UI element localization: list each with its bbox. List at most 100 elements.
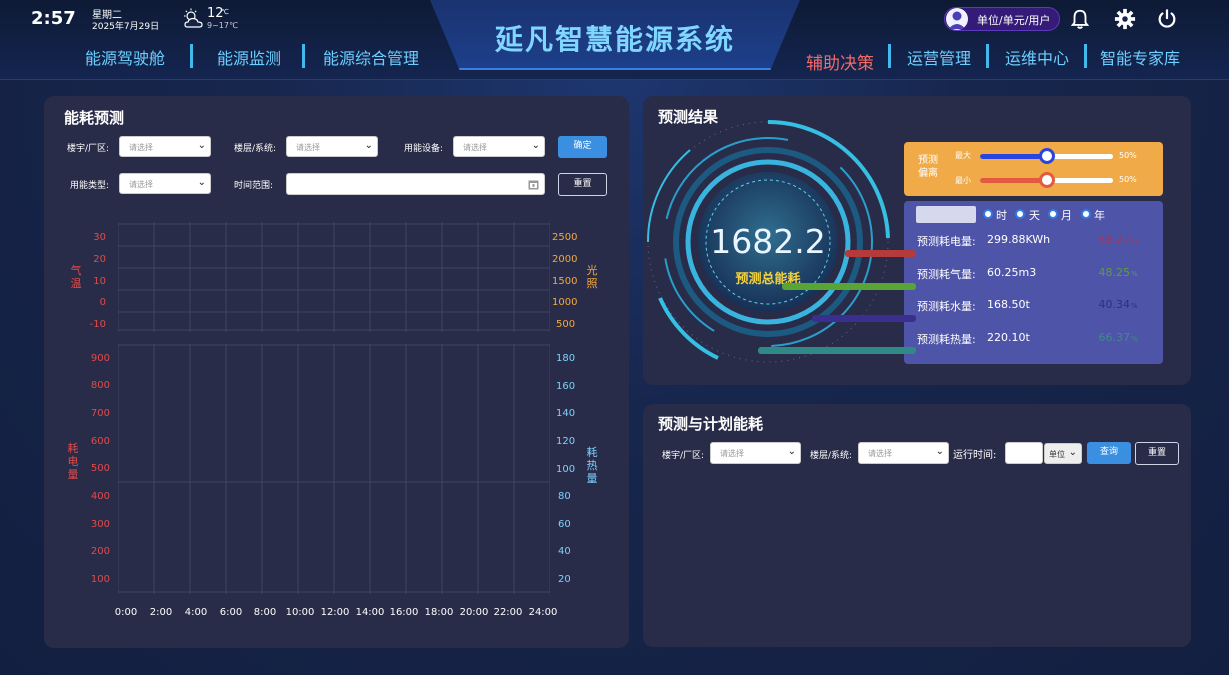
heat-tick: 160 [556, 381, 576, 392]
min-label: 最小 [955, 176, 971, 185]
temp-tick: -10 [89, 319, 106, 330]
nav-decision-support[interactable]: 辅助决策 [806, 49, 874, 74]
max-slider-fill [980, 154, 1047, 159]
plan-building-select[interactable]: 请选择 ⌄ [710, 442, 801, 464]
temp-tick: 20 [93, 254, 106, 265]
pred-gas-percent: 48.25 [1098, 266, 1131, 279]
nav-energy-cockpit[interactable]: 能源驾驶舱 [85, 45, 165, 69]
confirm-button[interactable]: 确定 [558, 136, 607, 158]
plan-unit-select[interactable]: 单位 ⌄ [1044, 443, 1082, 464]
query-button[interactable]: 查询 [1087, 442, 1131, 464]
plan-floor-label: 楼层/系统: [810, 451, 853, 461]
percent-unit: % [1131, 270, 1138, 278]
period-radio-day[interactable] [1015, 209, 1025, 219]
x-tick: 6:00 [219, 607, 243, 618]
plan-building-label: 楼宇/厂区: [662, 451, 705, 461]
consumption-chart-grid [118, 344, 550, 594]
x-tick: 0:00 [114, 607, 138, 618]
period-input[interactable] [916, 206, 976, 223]
max-slider-handle[interactable] [1038, 148, 1055, 164]
x-tick: 10:00 [285, 607, 315, 618]
period-hour-label[interactable]: 时 [996, 207, 1007, 223]
heat-tick: 40 [558, 546, 571, 557]
plan-reset-button[interactable]: 重置 [1135, 442, 1179, 465]
select-placeholder: 请选择 [720, 449, 744, 458]
temp-tick: 0 [99, 297, 106, 308]
floor-select[interactable]: 请选择 ⌄ [286, 136, 378, 157]
period-month-label[interactable]: 月 [1061, 207, 1072, 223]
gear-icon[interactable] [1114, 8, 1136, 30]
x-tick: 14:00 [355, 607, 385, 618]
min-slider-handle[interactable] [1038, 172, 1055, 188]
temp-tick: 10 [93, 276, 106, 287]
bell-icon[interactable] [1069, 8, 1091, 30]
chevron-down-icon: ⌄ [787, 446, 796, 457]
heat-axis-label: 耗热量 [586, 446, 598, 485]
power-tick: 200 [90, 546, 110, 557]
light-tick: 500 [556, 319, 576, 330]
pred-water-percent: 40.34 [1098, 298, 1131, 311]
period-radio-hour[interactable] [983, 209, 993, 219]
light-tick: 1000 [552, 297, 578, 308]
plan-runtime-label: 运行时间: [953, 450, 997, 461]
x-tick: 20:00 [459, 607, 489, 618]
pred-electric-value: 299.88KWh [987, 233, 1051, 246]
pred-gas-value: 60.25m3 [987, 266, 1037, 279]
heat-tick: 140 [556, 408, 576, 419]
light-tick: 1500 [552, 276, 578, 287]
plan-floor-select[interactable]: 请选择 ⌄ [858, 442, 949, 464]
period-radio-month[interactable] [1048, 209, 1058, 219]
device-select[interactable]: 请选择 ⌄ [453, 136, 545, 157]
pred-gas-label: 预测耗气量: [917, 268, 976, 281]
total-value: 1682.2 [710, 222, 826, 261]
period-radio-year[interactable] [1081, 209, 1091, 219]
pred-electric-percent: 58.27 [1098, 233, 1131, 246]
building-label: 楼宇/厂区: [67, 144, 110, 154]
user-label[interactable]: 单位/单元/用户 [977, 12, 1050, 28]
power-tick: 800 [90, 380, 110, 391]
user-avatar-icon[interactable] [946, 8, 968, 30]
time-range-input[interactable] [286, 173, 545, 195]
plan-runtime-input[interactable] [1005, 442, 1043, 464]
heat-tick: 120 [556, 436, 576, 447]
device-label: 用能设备: [404, 144, 444, 154]
temperature-range: 9~17℃ [207, 21, 238, 30]
chevron-down-icon: ⌄ [531, 140, 540, 151]
power-tick: 700 [90, 408, 110, 419]
app-title: 延凡智慧能源系统 [494, 23, 735, 56]
nav-expert-library[interactable]: 智能专家库 [1100, 45, 1180, 69]
power-icon[interactable] [1156, 8, 1178, 30]
x-tick: 12:00 [320, 607, 350, 618]
nav-operations[interactable]: 运营管理 [907, 45, 971, 69]
x-tick: 18:00 [424, 607, 454, 618]
plan-title: 预测与计划能耗 [658, 415, 764, 433]
nav-separator [302, 44, 305, 68]
nav-energy-monitoring[interactable]: 能源监测 [217, 45, 281, 69]
power-tick: 600 [90, 436, 110, 447]
heat-tick: 180 [556, 353, 576, 364]
electric-indicator-line [845, 250, 916, 257]
nav-separator [986, 44, 989, 68]
type-select[interactable]: 请选择 ⌄ [119, 173, 211, 194]
chevron-down-icon: ⌄ [197, 177, 206, 188]
light-axis-label: 光照 [586, 264, 598, 290]
period-day-label[interactable]: 天 [1029, 207, 1040, 223]
building-select[interactable]: 请选择 ⌄ [119, 136, 211, 157]
time-range-label: 时间范围: [234, 181, 274, 191]
select-placeholder: 请选择 [463, 143, 487, 152]
power-tick: 300 [90, 519, 110, 530]
heat-tick: 60 [558, 519, 571, 530]
x-tick: 22:00 [493, 607, 523, 618]
weather-chart-grid [118, 222, 550, 332]
power-tick: 400 [90, 491, 110, 502]
nav-energy-management[interactable]: 能源综合管理 [323, 45, 419, 69]
calendar-icon[interactable] [528, 179, 539, 190]
period-year-label[interactable]: 年 [1094, 207, 1105, 223]
select-placeholder: 请选择 [129, 180, 153, 189]
reset-button[interactable]: 重置 [558, 173, 607, 196]
nav-maintenance[interactable]: 运维中心 [1005, 45, 1069, 69]
chevron-down-icon: ⌄ [935, 446, 944, 457]
max-percent: 50% [1119, 151, 1137, 160]
select-placeholder: 请选择 [129, 143, 153, 152]
power-tick: 900 [90, 353, 110, 364]
